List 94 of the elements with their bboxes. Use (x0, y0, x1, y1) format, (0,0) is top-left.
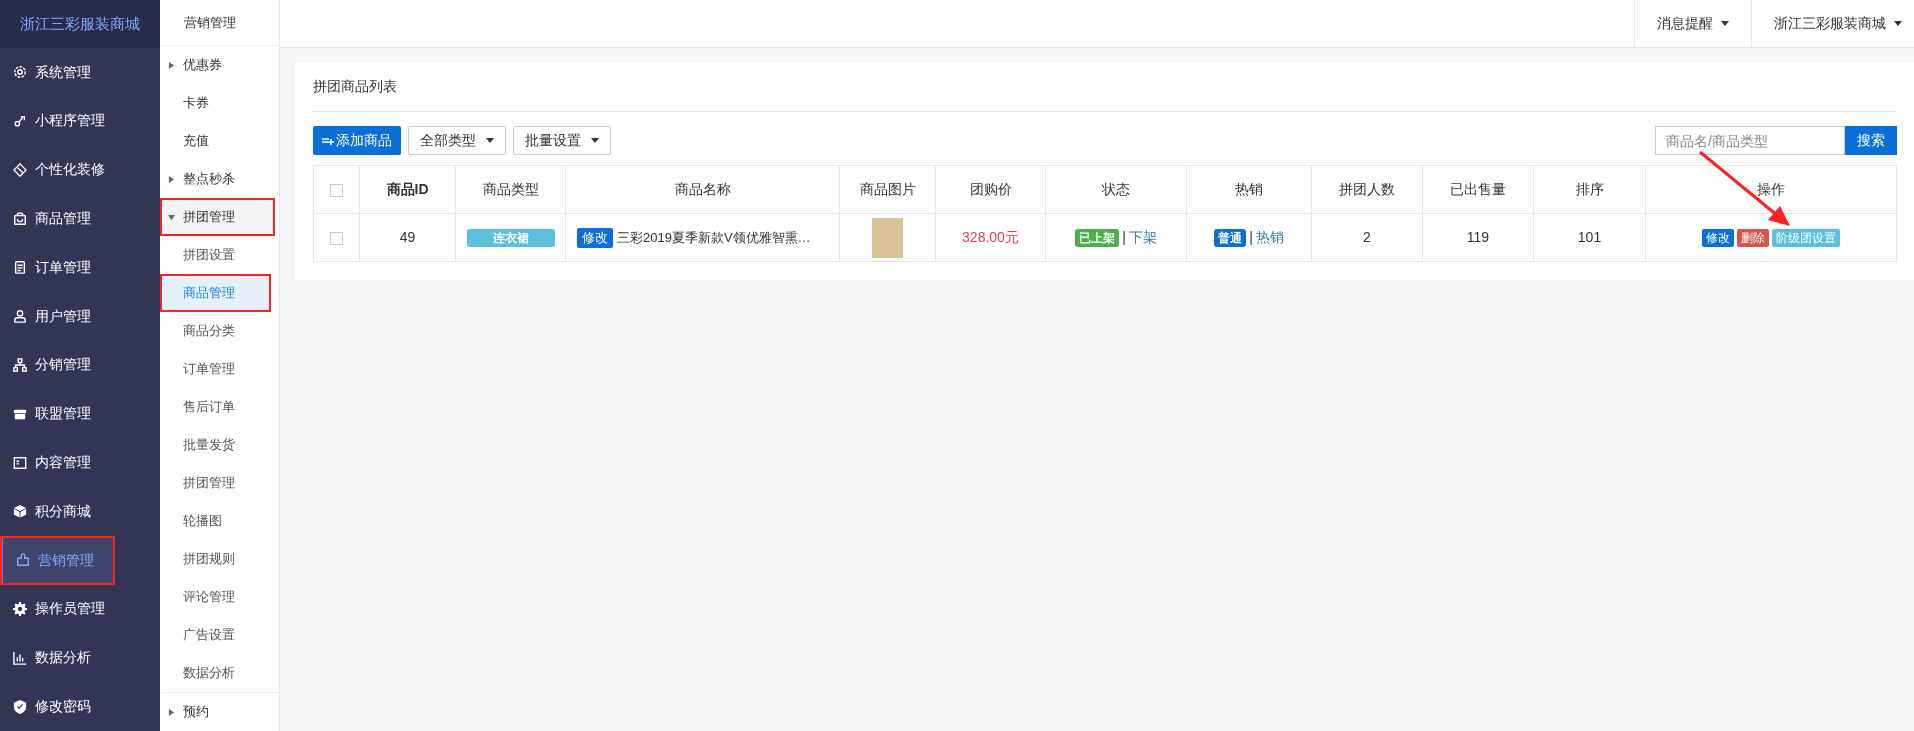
table-cell: 三彩2019夏季新款V领优雅智熏… (617, 230, 811, 245)
user-icon (13, 309, 27, 324)
card-title: 拼团商品列表 (313, 62, 1897, 112)
column-header: 团购价 (935, 165, 1046, 214)
sidebar-item[interactable]: 数据分析 (0, 633, 160, 683)
settings-icon (13, 601, 27, 616)
search-field[interactable]: 商品名/商品类型 (1655, 126, 1845, 155)
shield-check-icon (13, 699, 27, 714)
top-menu[interactable]: 浙江三彩服装商城 (1751, 0, 1914, 47)
column-header: 排序 (1533, 165, 1646, 214)
box-icon (13, 504, 27, 519)
submenu-item[interactable]: 拼团规则 (160, 540, 279, 578)
caret-right-icon (168, 175, 175, 183)
hot-link[interactable]: 热销 (1255, 229, 1284, 245)
caret-icon (1894, 21, 1902, 26)
bar-chart-icon (13, 650, 27, 665)
category-tag: 连衣裙 (466, 229, 555, 247)
checkbox[interactable] (330, 231, 343, 245)
action-button[interactable]: 删除 (1737, 228, 1769, 247)
sitemap-icon (13, 357, 27, 372)
layout-icon (13, 455, 27, 470)
table-cell: 119 (1422, 213, 1534, 262)
caret-right-icon (168, 61, 175, 69)
submenu-item[interactable]: 广告设置 (160, 616, 279, 654)
sidebar-item[interactable]: 操作员管理 (0, 584, 160, 634)
submenu-item[interactable]: 充值 (160, 122, 279, 160)
search-button[interactable]: 搜索 (1845, 126, 1897, 155)
puzzle-icon (16, 553, 30, 568)
top-menu[interactable]: 消息提醒 (1634, 0, 1751, 47)
submenu-item[interactable]: 拼团管理 (160, 464, 279, 502)
sidebar-item[interactable]: 积分商城 (0, 486, 160, 536)
sidebar-item[interactable]: 小程序管理 (0, 96, 160, 146)
clipboard-icon (13, 260, 27, 275)
sidebar-item[interactable]: 内容管理 (0, 438, 160, 487)
column-header: 商品图片 (839, 165, 936, 214)
submenu-item[interactable]: 优惠券 (160, 46, 279, 84)
brand-logo: 浙江三彩服装商城 (0, 0, 160, 48)
submenu-item[interactable]: 商品管理 (160, 274, 271, 312)
diamond-icon (13, 162, 27, 177)
sidebar-item[interactable]: 用户管理 (0, 291, 160, 341)
caret-down-icon (168, 213, 175, 221)
add-product-button[interactable]: 添加商品 (313, 126, 401, 155)
submenu-item[interactable]: 售后订单 (160, 388, 279, 426)
table-cell: 2 (1311, 213, 1423, 262)
separator-text: | (1249, 229, 1253, 245)
submenu-item[interactable]: 订单管理 (160, 350, 279, 388)
column-header: 商品ID (359, 165, 456, 214)
status-tag: 已上架 (1075, 229, 1120, 247)
dropdown-button[interactable]: 批量设置 (513, 126, 611, 155)
sidebar-item[interactable]: 修改密码 (0, 682, 160, 731)
submenu-item[interactable]: 拼团设置 (160, 236, 279, 274)
unlist-link[interactable]: 下架 (1128, 229, 1157, 245)
photo-placeholder (872, 217, 903, 258)
column-header: 热销 (1186, 165, 1312, 214)
column-header: 操作 (1645, 165, 1897, 214)
settings-icon (13, 65, 27, 80)
column-header: 状态 (1045, 165, 1187, 214)
caret-icon (1721, 21, 1729, 26)
column-header: 拼团人数 (1311, 165, 1423, 214)
submenu-item[interactable]: 卡券 (160, 84, 279, 122)
list-add-icon (322, 135, 334, 146)
submenu-title: 营销管理 (160, 0, 279, 46)
sidebar-item[interactable]: 个性化装修 (0, 145, 160, 195)
sidebar-item[interactable]: 营销管理 (0, 535, 115, 585)
edit-tag[interactable]: 修改 (577, 228, 613, 248)
column-header: 商品名称 (565, 165, 840, 214)
caret-right-icon (168, 708, 175, 716)
sidebar-item[interactable]: 商品管理 (0, 194, 160, 243)
sidebar-item[interactable]: 分销管理 (0, 340, 160, 390)
submenu-item[interactable]: 商品分类 (160, 312, 279, 350)
submenu-item[interactable]: 批量发货 (160, 426, 279, 464)
dropdown-button[interactable]: 全部类型 (408, 126, 506, 155)
submenu-item[interactable]: 数据分析 (160, 654, 279, 692)
bag-icon (13, 211, 27, 226)
link-icon (13, 114, 27, 128)
sidebar-item[interactable]: 系统管理 (0, 47, 160, 97)
submenu-item[interactable]: 拼团管理 (160, 198, 275, 236)
sidebar-item[interactable]: 订单管理 (0, 243, 160, 292)
checkbox[interactable] (330, 183, 343, 197)
column-header: 商品类型 (455, 165, 566, 214)
table-cell: 328.00元 (935, 213, 1046, 262)
column-header: 已出售量 (1422, 165, 1534, 214)
hot-tag: 普通 (1214, 229, 1247, 247)
separator-text: | (1122, 229, 1126, 245)
submenu-item[interactable]: 整点秒杀 (160, 160, 279, 198)
submenu-item[interactable]: 评论管理 (160, 578, 279, 616)
sidebar-item[interactable]: 联盟管理 (0, 389, 160, 439)
table-cell: 101 (1533, 213, 1646, 262)
action-button[interactable]: 修改 (1702, 228, 1734, 247)
submenu-item[interactable]: 轮播图 (160, 502, 279, 540)
table-cell: 49 (359, 213, 456, 262)
submenu-item[interactable]: 预约 (160, 693, 279, 731)
caret-icon (486, 138, 494, 143)
caret-icon (591, 138, 599, 143)
